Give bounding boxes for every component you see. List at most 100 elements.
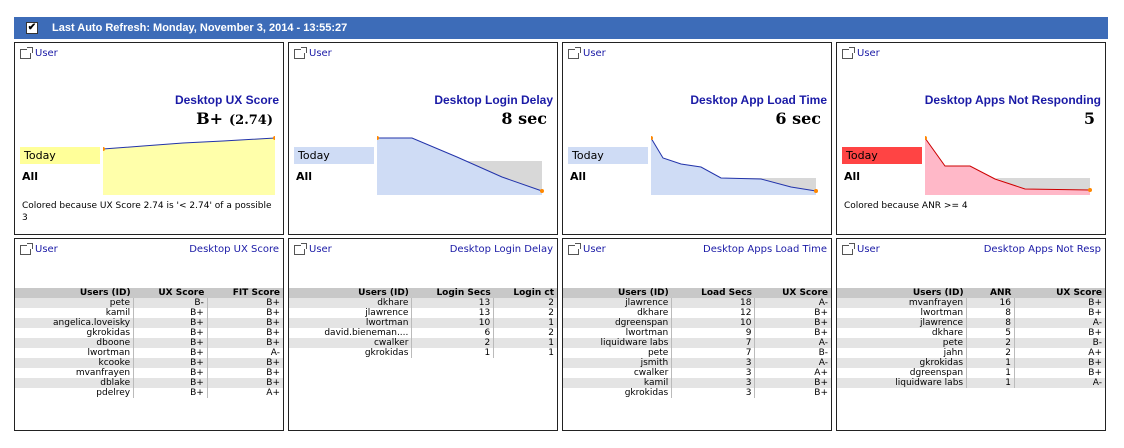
column-header[interactable]: Load Secs [671,288,755,298]
table-row[interactable]: cwalker 3 A+ [563,368,831,378]
table-row[interactable]: pete 7 B- [563,348,831,358]
table-cell: B- [818,348,828,358]
table-row[interactable]: liquidware labs 1 A- [837,378,1105,388]
table-row[interactable]: jlawrence 18 A- [563,298,831,308]
kpi-title[interactable]: Desktop Apps Not Responding [925,93,1101,107]
table-title[interactable]: Desktop Apps Load Time [703,244,827,255]
user-link[interactable]: User [294,242,332,255]
table-cell: B+ [1088,368,1102,378]
table-row[interactable]: pete B- B+ [15,298,283,308]
table-cell: liquidware labs [563,338,673,348]
column-header[interactable]: Login ct [493,288,557,298]
table-row[interactable]: mvanfrayen 16 B+ [837,298,1105,308]
table-row[interactable]: lwortman 9 B+ [563,328,831,338]
table-cell: B+ [266,308,280,318]
table-row[interactable]: dgreenspan 10 B+ [563,318,831,328]
user-link[interactable]: User [20,242,58,255]
user-link[interactable]: User [294,46,332,59]
table-row[interactable]: jahn 2 A+ [837,348,1105,358]
user-link-label: User [857,48,880,59]
table-cell: B+ [207,338,283,348]
table-cell: 7 [671,338,756,348]
column-header[interactable]: Users (ID) [289,288,412,298]
table-header-row: Users (ID) ANR UX Score [837,288,1105,298]
table-title[interactable]: Desktop UX Score [189,244,279,255]
table-cell: mvanfrayen [15,368,135,378]
table-cell: 13 [411,308,495,318]
table-row[interactable]: pete 2 B- [837,338,1105,348]
user-link[interactable]: User [20,46,58,59]
kpi-value: B+ (2.74) [196,109,273,128]
table-cell: 9 [671,328,756,338]
table-row[interactable]: dboone B+ B+ [15,338,283,348]
table-row[interactable]: kamil 3 B+ [563,378,831,388]
user-link[interactable]: User [842,242,880,255]
external-link-icon [294,46,307,59]
kpi-title[interactable]: Desktop Login Delay [434,93,553,107]
sparkline-endpoint [1088,188,1092,192]
table-row[interactable]: lwortman B+ A- [15,348,283,358]
table-cell: 18 [671,298,756,308]
table-row[interactable]: lwortman 10 1 [289,318,557,328]
column-header[interactable]: ANR [966,288,1015,298]
table-row[interactable]: jlawrence 13 2 [289,308,557,318]
kpi-value-main: 5 [1083,109,1095,128]
table-row[interactable]: dblake B+ B+ [15,378,283,388]
table-row[interactable]: cwalker 2 1 [289,338,557,348]
table-row[interactable]: david.bieneman.... 6 2 [289,328,557,338]
table-row[interactable]: dkhare 12 B+ [563,308,831,318]
table-row[interactable]: dkhare 13 2 [289,298,557,308]
all-label: All [22,170,39,183]
kpi-value-sub: (2.74) [229,113,273,128]
table-cell: kamil [563,378,673,388]
table-title[interactable]: Desktop Apps Not Resp [984,244,1101,255]
kpi-value: 5 [1084,109,1095,128]
user-link[interactable]: User [568,242,606,255]
table-row[interactable]: lwortman 8 B+ [837,308,1105,318]
column-header[interactable]: UX Score [133,288,208,298]
table-cell: liquidware labs [837,378,968,388]
table-row[interactable]: kcooke B+ B+ [15,358,283,368]
table-row[interactable]: dgreenspan 1 B+ [837,368,1105,378]
table-row[interactable]: dkhare 5 B+ [837,328,1105,338]
table-cell: A- [1014,378,1105,388]
table-cell: 1 [493,318,557,328]
table-row[interactable]: gkrokidas 3 B+ [563,388,831,398]
table-row[interactable]: liquidware labs 7 A- [563,338,831,348]
column-header[interactable]: Users (ID) [563,288,672,298]
kpi-title[interactable]: Desktop App Load Time [690,93,827,107]
table-row[interactable]: gkrokidas 1 B+ [837,358,1105,368]
user-link[interactable]: User [842,46,880,59]
table-row[interactable]: jsmith 3 A- [563,358,831,368]
table-row[interactable]: kamil B+ B+ [15,308,283,318]
table-row[interactable]: gkrokidas B+ B+ [15,328,283,338]
table-cell: lwortman [289,318,413,328]
kpi-title[interactable]: Desktop UX Score [175,93,279,107]
table-cell: dboone [15,338,135,348]
column-header[interactable]: FIT Score [207,288,283,298]
table-title[interactable]: Desktop Login Delay [450,244,553,255]
table-row[interactable]: mvanfrayen B+ B+ [15,368,283,378]
kpi-value-main: 6 sec [775,109,821,128]
table-row[interactable]: jlawrence 8 A- [837,318,1105,328]
all-label: All [296,170,313,183]
table-cell: gkrokidas [15,328,135,338]
column-header[interactable]: Login Secs [411,288,494,298]
table-cell: pete [837,338,968,348]
sparkline-area [103,138,275,195]
table-row[interactable]: pdelrey B+ A+ [15,388,283,398]
sparkline [377,136,544,195]
table-cell: A- [1014,318,1105,328]
column-header[interactable]: Users (ID) [837,288,967,298]
column-header[interactable]: Users (ID) [15,288,134,298]
user-link[interactable]: User [568,46,606,59]
table-cell: B+ [814,328,828,338]
table-row[interactable]: angelica.loveisky B+ B+ [15,318,283,328]
today-label: Today [568,147,648,164]
auto-refresh-checkbox[interactable]: ✔ [26,22,38,34]
table-cell: 2 [966,338,1015,348]
column-header[interactable]: UX Score [1014,288,1105,298]
table-row[interactable]: gkrokidas 1 1 [289,348,557,358]
user-link-label: User [309,48,332,59]
column-header[interactable]: UX Score [754,288,831,298]
